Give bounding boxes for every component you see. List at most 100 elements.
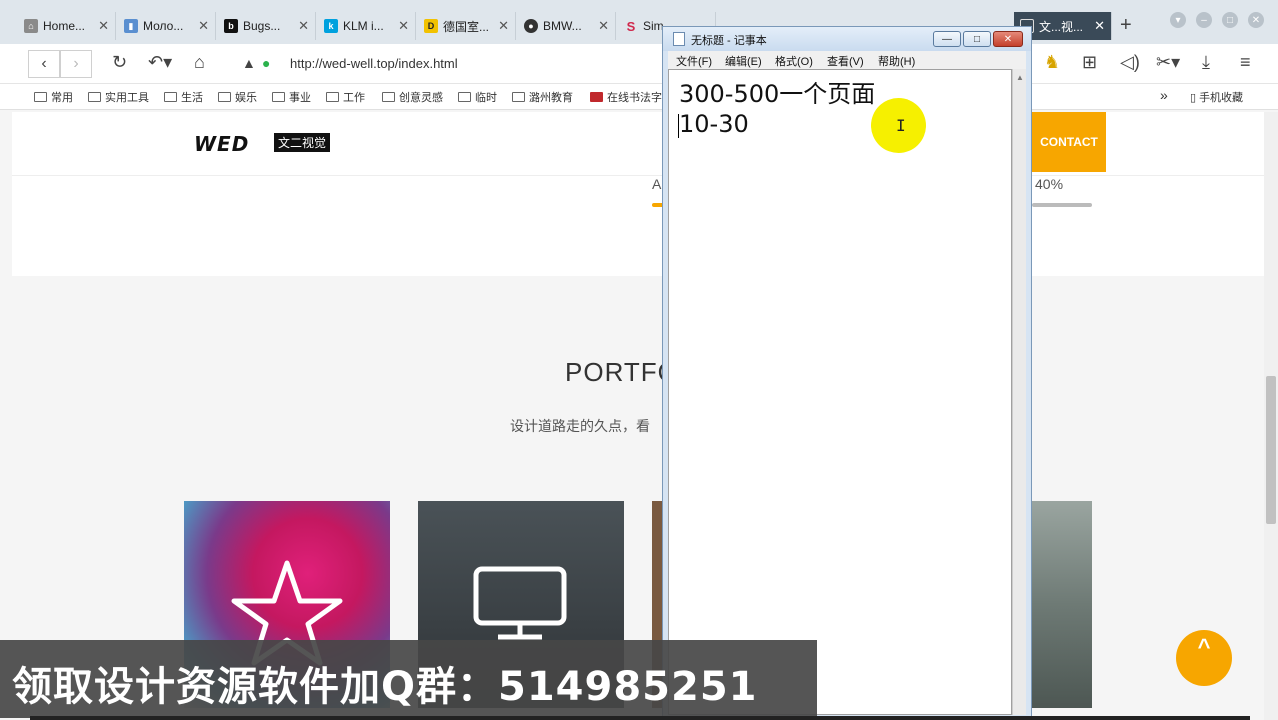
calligraphy-site-icon	[590, 92, 603, 102]
bookmark-folder[interactable]: 事业	[272, 89, 311, 105]
notepad-scrollbar[interactable]: ▲	[1012, 69, 1026, 715]
bookmarks-bar: 常用 实用工具 生活 娱乐 事业 工作 创意灵感 临时 潞州教育 在线书法字 »…	[0, 84, 1278, 110]
site-logo-cn: 文二视觉	[274, 133, 331, 152]
back-button[interactable]: ‹	[28, 50, 60, 78]
bugs-favicon-icon: b	[224, 19, 238, 33]
security-icon[interactable]: ▲	[242, 55, 256, 71]
chart-favicon-icon: ▮	[124, 19, 138, 33]
tab-bugs[interactable]: b Bugs... ✕	[218, 12, 316, 40]
tab-close-icon[interactable]: ✕	[198, 18, 209, 34]
folder-icon	[512, 92, 525, 102]
minimize-window-icon[interactable]: –	[1196, 12, 1212, 28]
bookmark-folder[interactable]: 实用工具	[88, 89, 149, 105]
notepad-text-area[interactable]: 300-500一个页面 10-30	[668, 69, 1012, 715]
address-bar[interactable]: http://wed-well.top/index.html	[290, 56, 458, 71]
folder-icon	[272, 92, 285, 102]
notepad-window: 无标题 - 记事本 — □ ✕ 文件(F) 编辑(E) 格式(O) 查看(V) …	[662, 26, 1032, 720]
chevron-left-icon: ‹	[41, 55, 47, 72]
skill-bar-track	[1032, 203, 1092, 207]
bmw-favicon-icon: ●	[524, 19, 538, 33]
download-icon[interactable]: ⤓	[1202, 52, 1210, 73]
scissors-icon[interactable]: ✂▾	[1156, 52, 1180, 73]
tab-close-icon[interactable]: ✕	[398, 18, 409, 34]
verified-shield-icon: ●	[262, 55, 271, 71]
text-cursor-icon: I	[896, 116, 906, 135]
folder-icon	[218, 92, 231, 102]
bookmark-folder[interactable]: 潞州教育	[512, 89, 573, 105]
skills-section: A 40%	[12, 176, 1266, 276]
bookmark-folder[interactable]: 创意灵感	[382, 89, 443, 105]
tab-home[interactable]: ⌂ Home... ✕	[18, 12, 116, 40]
tab-bmw[interactable]: ● BMW... ✕	[518, 12, 616, 40]
tab-klm[interactable]: k KLM i... ✕	[318, 12, 416, 40]
phone-icon: ▯	[1190, 91, 1197, 104]
d-favicon-icon: D	[424, 19, 438, 33]
bookmark-folder[interactable]: 娱乐	[218, 89, 257, 105]
folder-icon	[88, 92, 101, 102]
menu-help[interactable]: 帮助(H)	[878, 53, 915, 69]
apps-icon[interactable]: ⊞	[1082, 52, 1097, 73]
tab-close-icon[interactable]: ✕	[98, 18, 109, 34]
home-icon[interactable]: ⌂	[194, 52, 205, 73]
skill-label: A	[652, 176, 662, 192]
speaker-icon[interactable]: ◁)	[1120, 52, 1140, 73]
tab-close-icon[interactable]: ✕	[498, 18, 509, 34]
browser-tab-bar: ⌂ Home... ✕ ▮ Моло... ✕ b Bugs... ✕ k KLM i…	[0, 0, 1278, 44]
tab-close-icon[interactable]: ✕	[1094, 18, 1105, 34]
notepad-minimize-button[interactable]: —	[933, 31, 961, 47]
folder-icon	[164, 92, 177, 102]
bookmark-folder[interactable]: 临时	[458, 89, 497, 105]
promo-banner: 领取设计资源软件加Q群：514985251	[0, 640, 817, 718]
new-tab-button[interactable]: +	[1120, 14, 1132, 37]
notepad-close-button[interactable]: ✕	[993, 31, 1023, 47]
page-scrollbar-thumb[interactable]	[1266, 376, 1276, 524]
bookmarks-overflow-icon[interactable]: »	[1160, 87, 1168, 103]
menu-format[interactable]: 格式(O)	[775, 53, 813, 69]
maximize-window-icon[interactable]: □	[1222, 12, 1238, 28]
home-favicon-icon: ⌂	[24, 19, 38, 33]
bookmark-folder[interactable]: 工作	[326, 89, 365, 105]
undo-icon[interactable]: ↶▾	[148, 52, 172, 73]
menu-view[interactable]: 查看(V)	[827, 53, 864, 69]
browser-toolbar: ‹ › ↻ ↶▾ ⌂ ▲ ● http://wed-well.top/index…	[0, 44, 1278, 84]
promo-banner-text: 领取设计资源软件加Q群：514985251	[12, 664, 758, 710]
notepad-line: 10-30	[679, 110, 749, 138]
bookmark-folder[interactable]: 常用	[34, 89, 73, 105]
tab-german-room[interactable]: D 德国室... ✕	[418, 12, 516, 40]
notepad-menu-bar: 文件(F) 编辑(E) 格式(O) 查看(V) 帮助(H)	[668, 51, 1026, 69]
klm-favicon-icon: k	[324, 19, 338, 33]
s-favicon-icon: S	[626, 18, 636, 34]
folder-icon	[34, 92, 47, 102]
bookmark-link[interactable]: 在线书法字	[590, 89, 662, 105]
notepad-maximize-button[interactable]: □	[963, 31, 991, 47]
folder-icon	[382, 92, 395, 102]
forward-button[interactable]: ›	[60, 50, 92, 78]
skill-percent: 40%	[1035, 176, 1064, 192]
folder-icon	[326, 92, 339, 102]
bottom-strip	[30, 716, 1250, 720]
tab-close-icon[interactable]: ✕	[298, 18, 309, 34]
notepad-title-bar[interactable]: 无标题 - 记事本 — □ ✕	[663, 27, 1031, 51]
scroll-up-arrow-icon[interactable]: ▲	[1016, 73, 1024, 82]
menu-file[interactable]: 文件(F)	[676, 53, 712, 69]
extension-icon[interactable]: ♞	[1044, 52, 1060, 73]
scroll-to-top-button[interactable]: ^	[1176, 630, 1232, 686]
menu-icon[interactable]: ▾	[1170, 12, 1186, 28]
notepad-line: 300-500一个页面	[679, 80, 876, 108]
mobile-bookmarks[interactable]: ▯ 手机收藏	[1190, 89, 1243, 105]
portfolio-thumb-architecture[interactable]	[1030, 501, 1092, 708]
text-caret	[678, 114, 679, 138]
tab-molo[interactable]: ▮ Моло... ✕	[118, 12, 216, 40]
hamburger-menu-icon[interactable]: ≡	[1240, 52, 1251, 73]
site-logo[interactable]: WED	[194, 132, 249, 156]
contact-nav-button[interactable]: CONTACT	[1032, 112, 1106, 172]
site-header: WED 文二视觉 CONTACT	[12, 112, 1266, 176]
chevron-right-icon: ›	[73, 55, 79, 72]
tab-close-icon[interactable]: ✕	[598, 18, 609, 34]
notepad-icon	[673, 32, 685, 46]
close-window-icon[interactable]: ✕	[1248, 12, 1264, 28]
reload-icon[interactable]: ↻	[112, 52, 127, 73]
bookmark-folder[interactable]: 生活	[164, 89, 203, 105]
chevron-up-icon: ^	[1197, 634, 1211, 659]
menu-edit[interactable]: 编辑(E)	[725, 53, 762, 69]
